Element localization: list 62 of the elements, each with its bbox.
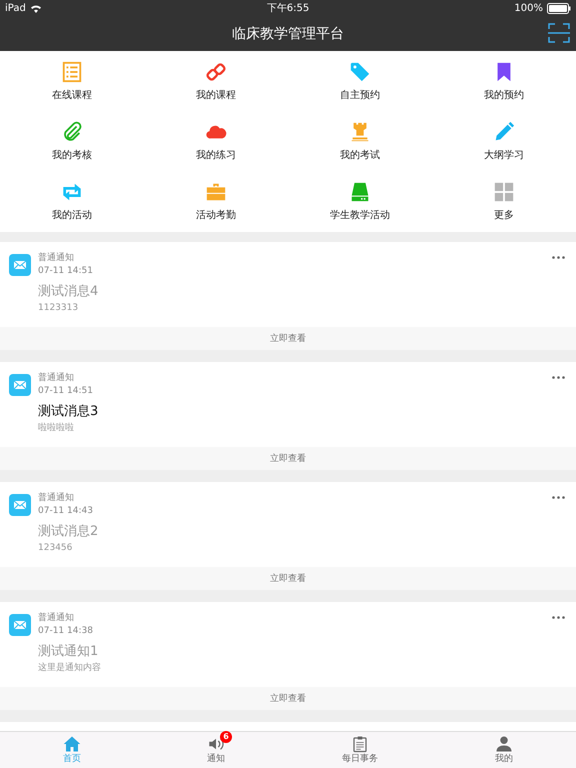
message-time: 07-11 14:43	[38, 505, 94, 518]
menu-item[interactable]: 大纲学习	[432, 111, 576, 171]
rook-icon	[349, 120, 371, 142]
tab[interactable]: 6 通知	[144, 732, 288, 768]
message-title: 测试通知1	[38, 643, 100, 661]
clipboard-icon	[351, 734, 369, 752]
wifi-icon	[30, 4, 42, 12]
paperclip-icon	[61, 120, 83, 142]
device-name: iPad	[5, 2, 26, 14]
menu-item[interactable]: 学生教学活动	[288, 171, 432, 231]
message-category: 普通通知	[38, 612, 75, 625]
message-time: 07-11 14:38	[38, 625, 94, 638]
mail-icon	[9, 374, 31, 396]
message-time: 07-11 14:51	[38, 385, 94, 398]
tab[interactable]: 我的	[432, 732, 576, 768]
message-category: 普通通知	[38, 372, 75, 385]
menu-item[interactable]: 我的考核	[0, 111, 144, 171]
pencil-icon	[493, 120, 515, 142]
message-title: 测试消息3	[38, 403, 98, 421]
view-now-button[interactable]: 立即查看	[0, 447, 576, 470]
view-now-button[interactable]: 立即查看	[0, 687, 576, 710]
grid-icon	[493, 180, 515, 202]
status-time: 下午6:55	[266, 2, 310, 15]
mail-icon	[9, 614, 31, 636]
message-time: 07-11 14:51	[38, 265, 94, 278]
view-now-button[interactable]: 立即查看	[0, 327, 576, 350]
drive-icon	[349, 180, 371, 202]
message-body: 这里是通知内容	[38, 662, 101, 675]
message-title: 测试消息2	[38, 523, 98, 541]
message-body: 1123313	[38, 302, 80, 315]
message-title: 测试消息4	[38, 283, 98, 301]
tag-icon	[349, 60, 371, 82]
more-icon[interactable]	[552, 376, 565, 379]
menu-item[interactable]: 我的考试	[288, 111, 432, 171]
battery-icon	[547, 2, 571, 14]
more-icon[interactable]	[552, 616, 565, 619]
message-body: 啦啦啦啦	[38, 422, 75, 435]
menu-item[interactable]: 我的预约	[432, 51, 576, 111]
battery-percent: 100%	[514, 2, 543, 14]
mail-icon	[9, 254, 31, 276]
menu-item[interactable]: 更多	[432, 171, 576, 231]
mail-icon	[9, 494, 31, 516]
message-body: 123456	[38, 542, 74, 555]
scan-icon[interactable]	[548, 23, 570, 43]
tab[interactable]: 每日事务	[288, 732, 432, 768]
home-icon	[63, 734, 81, 752]
message-category: 普通通知	[38, 492, 75, 505]
more-icon[interactable]	[552, 256, 565, 259]
unread-badge: 6	[220, 730, 232, 742]
link-icon	[205, 60, 227, 82]
menu-item[interactable]: 我的活动	[0, 171, 144, 231]
view-now-button[interactable]: 立即查看	[0, 567, 576, 590]
more-icon[interactable]	[552, 496, 565, 499]
list-icon	[61, 60, 83, 82]
message-category: 普通通知	[38, 252, 75, 265]
menu-item[interactable]: 我的课程	[144, 51, 288, 111]
menu-item[interactable]: 我的练习	[144, 111, 288, 171]
menu-item[interactable]: 在线课程	[0, 51, 144, 111]
menu-item[interactable]: 自主预约	[288, 51, 432, 111]
menu-item[interactable]: 活动考勤	[144, 171, 288, 231]
nav-title: 临床教学管理平台	[232, 24, 344, 42]
person-icon	[495, 734, 513, 752]
